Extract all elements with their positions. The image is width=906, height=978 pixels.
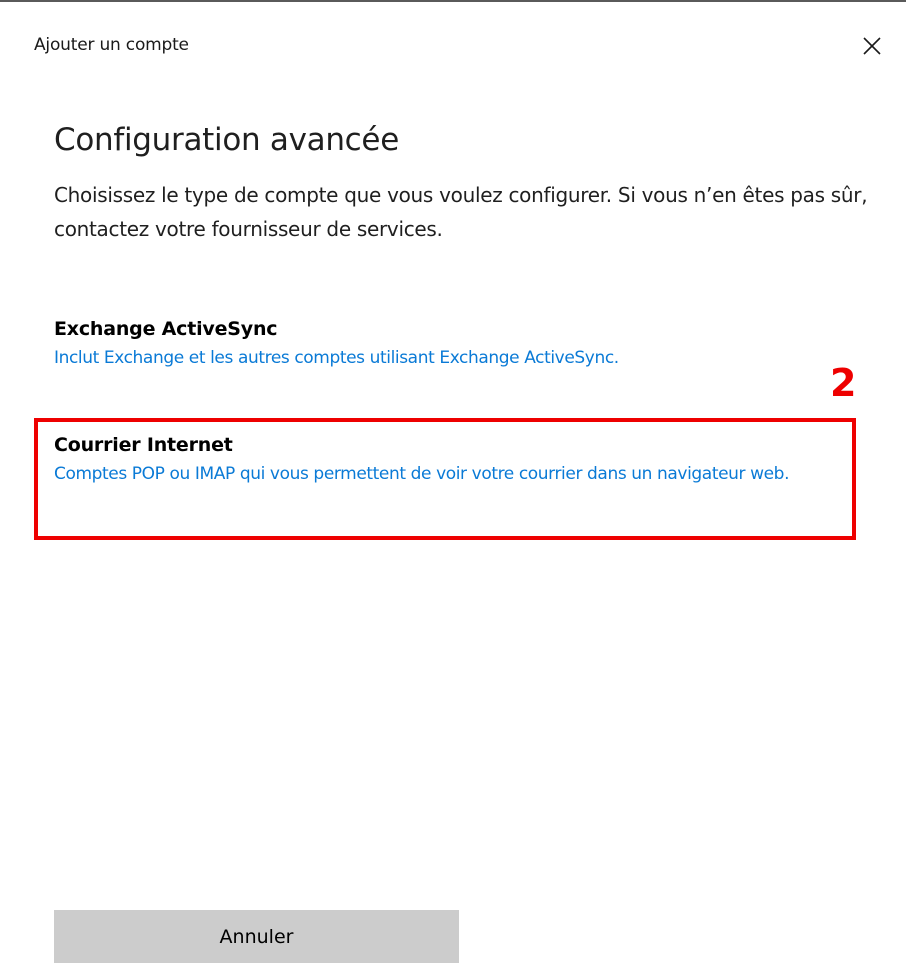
option-exchange-activesync[interactable]: Exchange ActiveSync Inclut Exchange et l…: [34, 314, 856, 373]
add-account-dialog: Ajouter un compte Configuration avancée …: [0, 0, 906, 978]
window-title: Ajouter un compte: [34, 35, 189, 55]
close-icon: [858, 32, 886, 60]
close-button[interactable]: [858, 32, 886, 60]
page-title: Configuration avancée: [54, 122, 399, 158]
cancel-button[interactable]: Annuler: [54, 910, 459, 963]
option-subtitle: Comptes POP ou IMAP qui vous permettent …: [54, 464, 790, 484]
option-title: Exchange ActiveSync: [54, 318, 278, 340]
page-description: Choisissez le type de compte que vous vo…: [54, 183, 868, 241]
option-courrier-internet[interactable]: Courrier Internet Comptes POP ou IMAP qu…: [34, 418, 856, 540]
option-subtitle: Inclut Exchange et les autres comptes ut…: [54, 348, 619, 368]
step-number-annotation: 2: [830, 361, 857, 405]
option-title: Courrier Internet: [54, 434, 233, 456]
